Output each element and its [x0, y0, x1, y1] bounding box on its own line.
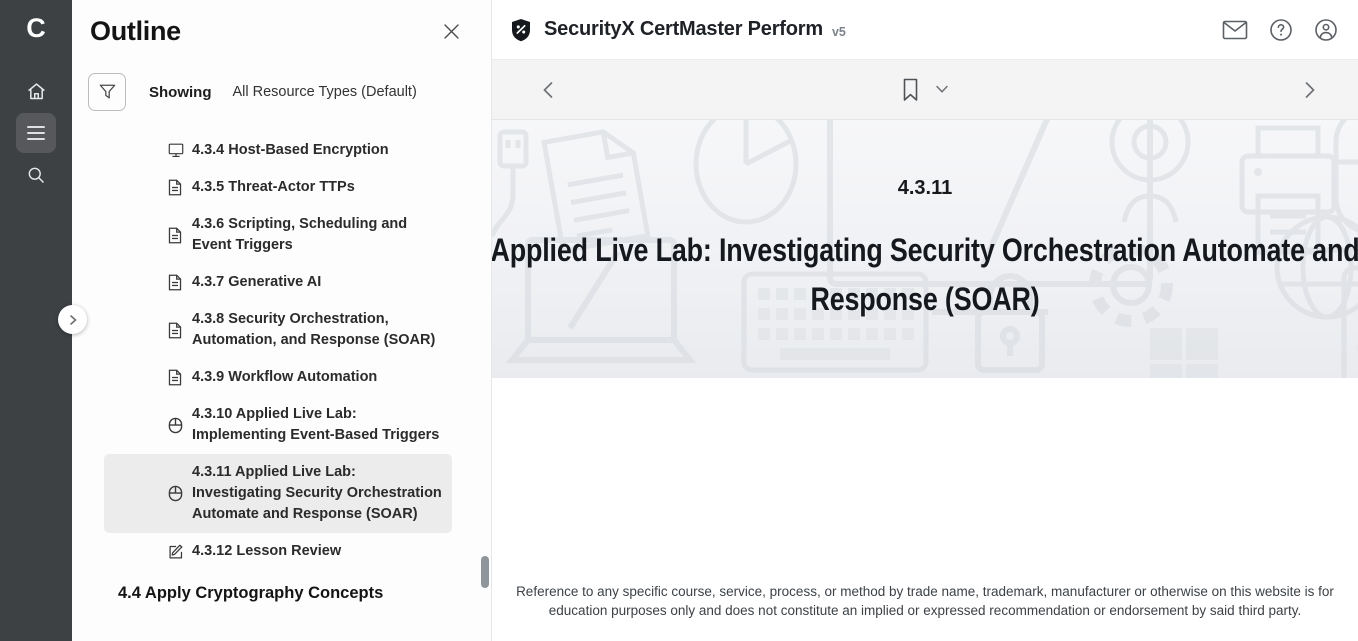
toc-item-4-3-8[interactable]: 4.3.8 Security Orchestration, Automation… [104, 301, 452, 359]
bookmark-menu-button[interactable] [936, 85, 949, 94]
outline-scrollbar-thumb[interactable] [481, 556, 489, 588]
toc-item-4-3-7[interactable]: 4.3.7 Generative AI [104, 264, 452, 301]
toc-item-4-3-6[interactable]: 4.3.6 Scripting, Scheduling and Event Tr… [104, 206, 452, 264]
menu-icon [26, 125, 46, 141]
windows-logo-icon [1148, 326, 1220, 378]
close-icon [442, 22, 461, 41]
mouse-icon [168, 485, 184, 502]
monitor-icon [168, 143, 184, 158]
panel-expand-button[interactable] [58, 305, 87, 334]
toc-item-4-3-11-selected[interactable]: 4.3.11 Applied Live Lab: Investigating S… [104, 454, 452, 533]
messages-button[interactable] [1220, 18, 1250, 42]
lesson-toolbar [492, 60, 1358, 120]
toc-section-4-4[interactable]: 4.4 Apply Cryptography Concepts [118, 584, 491, 603]
bookmark-icon [902, 78, 920, 102]
lesson-number: 4.3.11 [492, 176, 1358, 200]
mail-icon [1222, 20, 1248, 40]
document-icon [168, 227, 184, 244]
home-icon [26, 81, 47, 102]
previous-page-button[interactable] [536, 75, 560, 105]
outline-list: 4.3.4 Host-Based Encryption 4.3.5 Threat… [72, 132, 491, 603]
rail-search-button[interactable] [16, 155, 56, 195]
edit-icon [168, 544, 184, 560]
toc-item-4-3-12[interactable]: 4.3.12 Lesson Review [104, 533, 452, 570]
account-button[interactable] [1312, 16, 1340, 44]
chevron-down-icon [936, 85, 949, 94]
app-version-badge: v5 [832, 25, 846, 39]
disclaimer-text: Reference to any specific course, servic… [509, 583, 1341, 620]
outline-panel: Outline Showing All Resource Types (Defa… [72, 0, 492, 641]
outline-title: Outline [90, 16, 181, 47]
mouse-icon [168, 417, 184, 434]
chevron-right-icon [68, 314, 78, 326]
next-page-button[interactable] [1298, 75, 1322, 105]
toc-item-4-3-4[interactable]: 4.3.4 Host-Based Encryption [104, 132, 452, 169]
help-icon [1269, 18, 1293, 42]
bookmark-button[interactable] [902, 78, 920, 102]
rail-home-button[interactable] [16, 71, 56, 111]
filter-button[interactable] [88, 73, 126, 111]
document-icon [168, 179, 184, 196]
document-icon [168, 322, 184, 339]
document-icon [168, 274, 184, 291]
toc-item-4-3-10[interactable]: 4.3.10 Applied Live Lab: Implementing Ev… [104, 396, 452, 454]
help-button[interactable] [1267, 16, 1295, 44]
filter-funnel-icon [99, 84, 116, 100]
showing-label: Showing [149, 84, 212, 101]
chevron-right-icon [1304, 81, 1316, 99]
comptia-logo: C [0, 0, 72, 56]
document-icon [168, 369, 184, 386]
securityx-shield-icon [510, 18, 532, 42]
search-icon [26, 165, 46, 185]
app-title: SecurityX CertMaster Perform [544, 18, 823, 41]
filter-value: All Resource Types (Default) [233, 84, 417, 100]
lesson-title: Applied Live Lab: Investigating Security… [492, 226, 1358, 324]
rail-contents-button[interactable] [16, 113, 56, 153]
toc-item-4-3-9[interactable]: 4.3.9 Workflow Automation [104, 359, 452, 396]
account-icon [1314, 18, 1338, 42]
content-header: SecurityX CertMaster Perform v5 [492, 0, 1358, 60]
toc-item-4-3-5[interactable]: 4.3.5 Threat-Actor TTPs [104, 169, 452, 206]
chevron-left-icon [542, 81, 554, 99]
main-content: SecurityX CertMaster Perform v5 [492, 0, 1358, 641]
lesson-banner: 4.3.11 Applied Live Lab: Investigating S… [492, 120, 1358, 378]
outline-close-button[interactable] [438, 18, 465, 45]
